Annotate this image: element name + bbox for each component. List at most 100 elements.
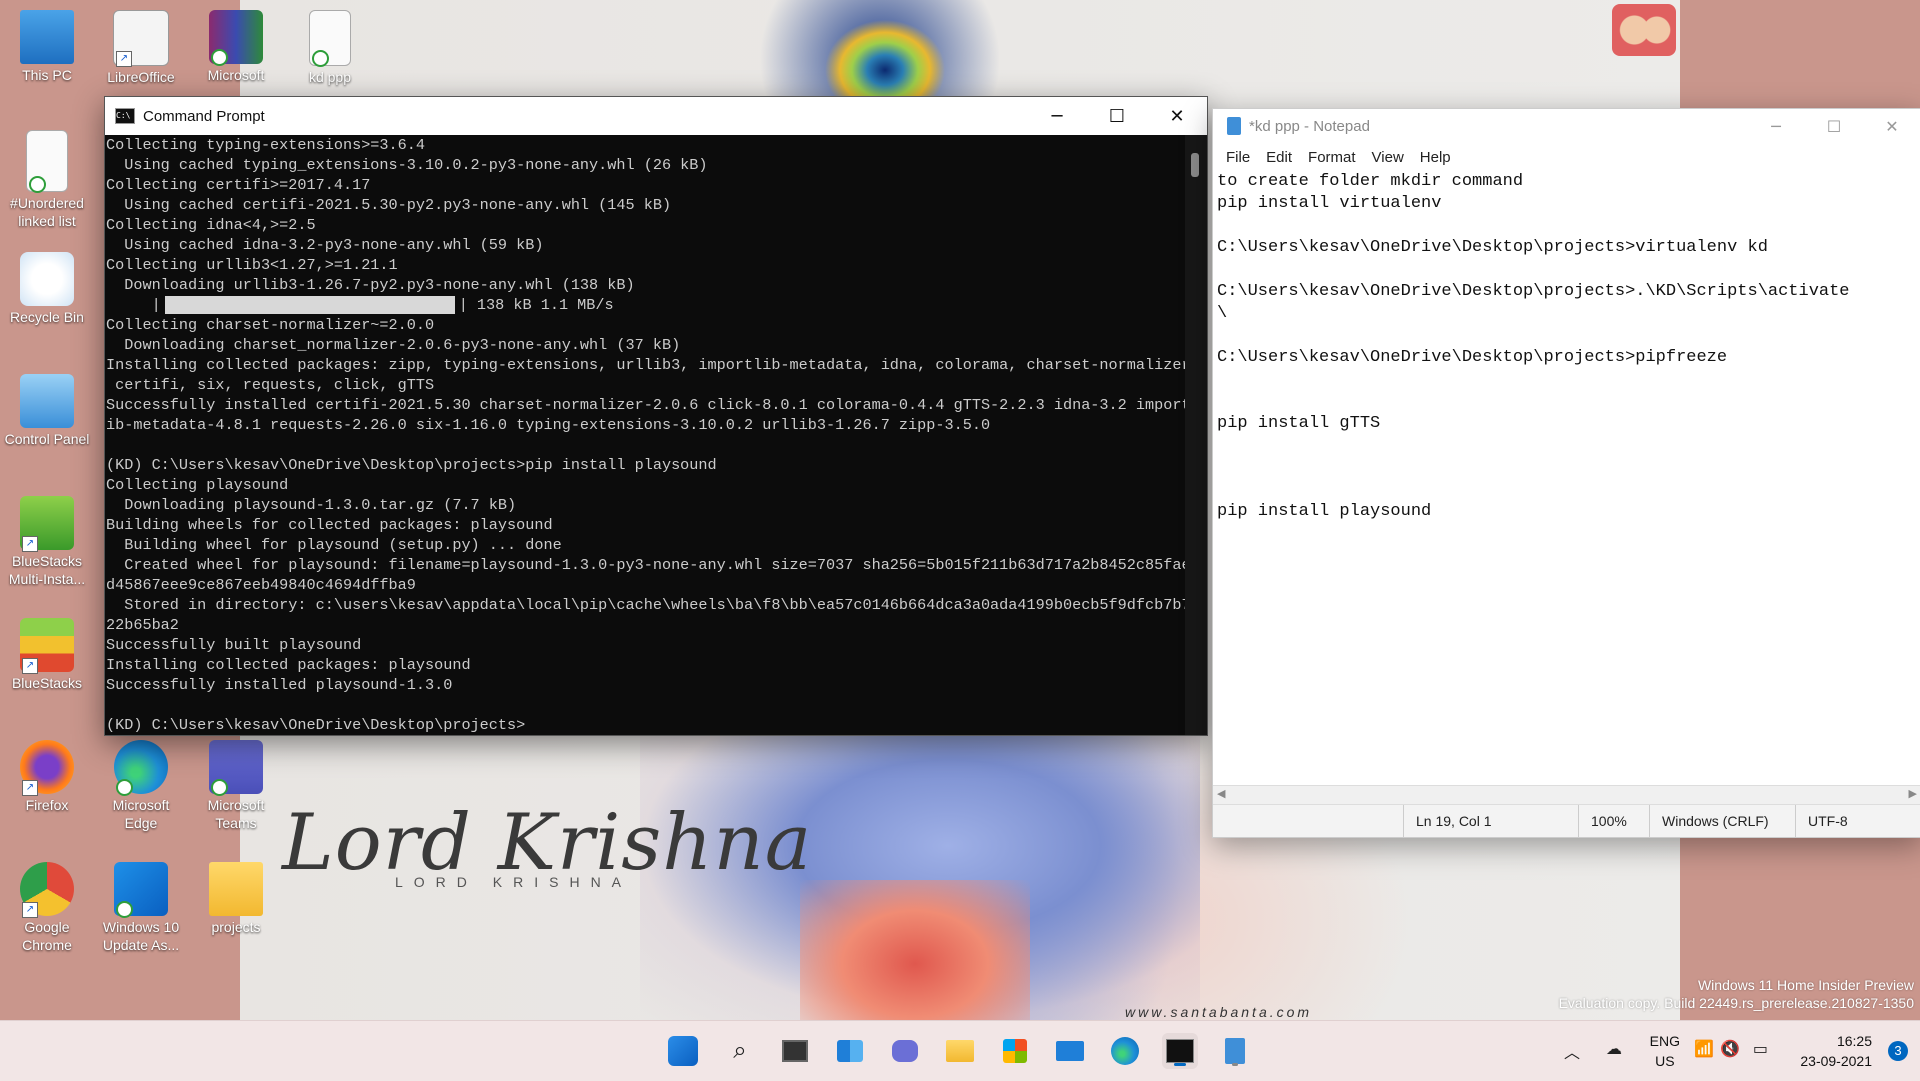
desktop-icon-control-panel[interactable]: Control Panel (1, 368, 93, 448)
text-line: ​ (1217, 391, 1917, 413)
teams-icon (209, 740, 263, 796)
menu-view[interactable]: View (1372, 149, 1404, 166)
cmd-console-output[interactable]: Collecting typing-extensions>=3.6.4 Usin… (105, 135, 1186, 735)
scroll-right-icon[interactable]: ▶ (1909, 787, 1917, 800)
minimize-button[interactable]: ─ (1027, 97, 1087, 135)
cmd-titlebar[interactable]: C:\ Command Prompt ─ ☐ ✕ (105, 97, 1207, 135)
console-line: Using cached certifi-2021.5.30-py2.py3-n… (106, 196, 672, 214)
notification-badge[interactable]: 3 (1888, 1041, 1908, 1061)
desktop-icon-label: Windows 10 Update As... (102, 919, 180, 953)
text-line: pip install playsound (1217, 502, 1432, 521)
desktop-icon-this-pc[interactable]: This PC (1, 4, 93, 84)
recycle-bin-icon (20, 252, 74, 306)
shortcut-arrow-icon: ↗ (22, 658, 38, 674)
wallpaper-peacock-feather (770, 0, 1000, 100)
desktop-icon-libreoffice[interactable]: ↗ LibreOffice (95, 4, 187, 86)
desktop-icon-microsoft[interactable]: Microsoft (190, 4, 282, 84)
desktop-icon-bluestacks-multi[interactable]: ↗ BlueStacks Multi-Insta... (1, 490, 93, 588)
text-line: pip install gTTS (1217, 414, 1381, 433)
scroll-left-icon[interactable]: ◀ (1217, 787, 1225, 800)
notepad-horizontal-scrollbar[interactable]: ◀ ▶ (1213, 785, 1920, 804)
text-line: ​ (1217, 369, 1917, 391)
menu-edit[interactable]: Edit (1266, 149, 1292, 166)
desktop-icon-label: BlueStacks Multi-Insta... (8, 553, 86, 587)
cmd-vertical-scrollbar[interactable] (1185, 135, 1207, 735)
text-line: ​ (1217, 215, 1917, 237)
speaker-muted-icon[interactable]: 🔇 (1720, 1039, 1740, 1059)
notepad-menubar: File Edit Format View Help (1213, 143, 1920, 171)
menu-help[interactable]: Help (1420, 149, 1451, 166)
menu-file[interactable]: File (1226, 149, 1250, 166)
desktop-icon-kd-ppp[interactable]: kd ppp (284, 4, 376, 86)
windows-logo-icon (114, 862, 168, 918)
console-line: Successfully installed playsound-1.3.0 (106, 676, 453, 694)
input-language[interactable]: ENG US (1650, 1031, 1680, 1071)
document-icon: ↗ (113, 10, 169, 67)
clock[interactable]: 16:25 23-09-2021 (1800, 1031, 1872, 1071)
maximize-button[interactable]: ☐ (1805, 109, 1863, 143)
console-line: d45867eee9ce867eeb49840c4694dffba9 (106, 576, 416, 594)
search-icon[interactable]: ⌕ (722, 1033, 758, 1069)
notepad-icon[interactable] (1217, 1033, 1253, 1069)
onedrive-cloud-icon[interactable]: ☁ (1606, 1039, 1622, 1059)
notepad-titlebar[interactable]: *kd ppp - Notepad ─ ☐ ✕ (1213, 109, 1920, 143)
desktop-icon-unordered-linked-list[interactable]: #Unordered linked list (1, 124, 93, 230)
active-indicator (1174, 1063, 1186, 1066)
wifi-icon[interactable]: 📶 (1694, 1039, 1714, 1059)
console-line: Installing collected packages: playsound (106, 656, 471, 674)
desktop-icon-label: Microsoft Teams (207, 797, 265, 831)
console-line: (KD) C:\Users\kesav\OneDrive\Desktop\pro… (106, 456, 717, 474)
mail-icon[interactable] (1052, 1033, 1088, 1069)
text-line: pip install virtualenv (1217, 194, 1442, 213)
synced-check-icon (116, 779, 133, 796)
notepad-text-area[interactable]: to create folder mkdir command pip instal… (1217, 171, 1917, 791)
task-view-icon[interactable] (777, 1033, 813, 1069)
edge-icon[interactable] (1107, 1033, 1143, 1069)
battery-icon[interactable]: ▭ (1753, 1039, 1768, 1059)
desktop-icon-microsoft-edge[interactable]: Microsoft Edge (95, 734, 187, 832)
desktop-icon-label: Microsoft Edge (112, 797, 170, 831)
running-indicator (1232, 1063, 1238, 1066)
status-encoding: UTF-8 (1795, 805, 1848, 837)
close-button[interactable]: ✕ (1147, 97, 1207, 135)
file-explorer-icon[interactable] (942, 1033, 978, 1069)
widgets-icon[interactable] (832, 1033, 868, 1069)
console-line: ​ (106, 695, 1186, 715)
edge-icon (114, 740, 168, 796)
text-line: ​ (1217, 325, 1917, 347)
region-code: US (1655, 1053, 1675, 1069)
text-line: C:\Users\kesav\OneDrive\Desktop\projects… (1217, 238, 1768, 257)
desktop-icon-bluestacks[interactable]: ↗ BlueStacks (1, 612, 93, 692)
store-icon[interactable] (997, 1033, 1033, 1069)
terminal-icon[interactable] (1162, 1033, 1198, 1069)
command-prompt-window[interactable]: C:\ Command Prompt ─ ☐ ✕ Collecting typi… (104, 96, 1208, 736)
desktop-icon-projects[interactable]: projects (190, 856, 282, 936)
close-button[interactable]: ✕ (1863, 109, 1920, 143)
text-line: to create folder mkdir command (1217, 172, 1524, 191)
console-line: Collecting typing-extensions>=3.6.4 (106, 136, 425, 154)
console-line: certifi, six, requests, click, gTTS (106, 376, 435, 394)
desktop-icon-google-chrome[interactable]: ↗ Google Chrome (1, 856, 93, 954)
chat-icon[interactable] (887, 1033, 923, 1069)
console-line: Collecting charset-normalizer~=2.0.0 (106, 316, 435, 334)
maximize-button[interactable]: ☐ (1087, 97, 1147, 135)
desktop-icon-microsoft-teams[interactable]: Microsoft Teams (190, 734, 282, 832)
desktop-icon-windows-update[interactable]: Windows 10 Update As... (95, 856, 187, 954)
synced-check-icon (211, 779, 228, 796)
minimize-button[interactable]: ─ (1747, 109, 1805, 143)
notepad-window[interactable]: *kd ppp - Notepad ─ ☐ ✕ File Edit Format… (1212, 108, 1920, 838)
desktop-icon-label: Recycle Bin (10, 309, 84, 325)
menu-format[interactable]: Format (1308, 149, 1356, 166)
console-line: Stored in directory: c:\users\kesav\appd… (106, 596, 1186, 614)
bluestacks-multi-icon: ↗ (20, 496, 74, 552)
show-hidden-icons-chevron-icon[interactable]: ︿ (1564, 1039, 1580, 1063)
desktop-icon-firefox[interactable]: ↗ Firefox (1, 734, 93, 814)
status-line-ending: Windows (CRLF) (1649, 805, 1769, 837)
notepad-statusbar: Ln 19, Col 1 100% Windows (CRLF) UTF-8 (1213, 804, 1920, 837)
console-prompt-line[interactable]: (KD) C:\Users\kesav\OneDrive\Desktop\pro… (106, 715, 1186, 735)
cmd-scroll-thumb[interactable] (1191, 153, 1199, 177)
desktop-icon-recycle-bin[interactable]: Recycle Bin (1, 246, 93, 326)
console-line: Downloading playsound-1.3.0.tar.gz (7.7 … (106, 496, 517, 514)
console-line: Downloading urllib3-1.26.7-py2.py3-none-… (106, 276, 635, 294)
start-icon[interactable] (668, 1036, 698, 1066)
